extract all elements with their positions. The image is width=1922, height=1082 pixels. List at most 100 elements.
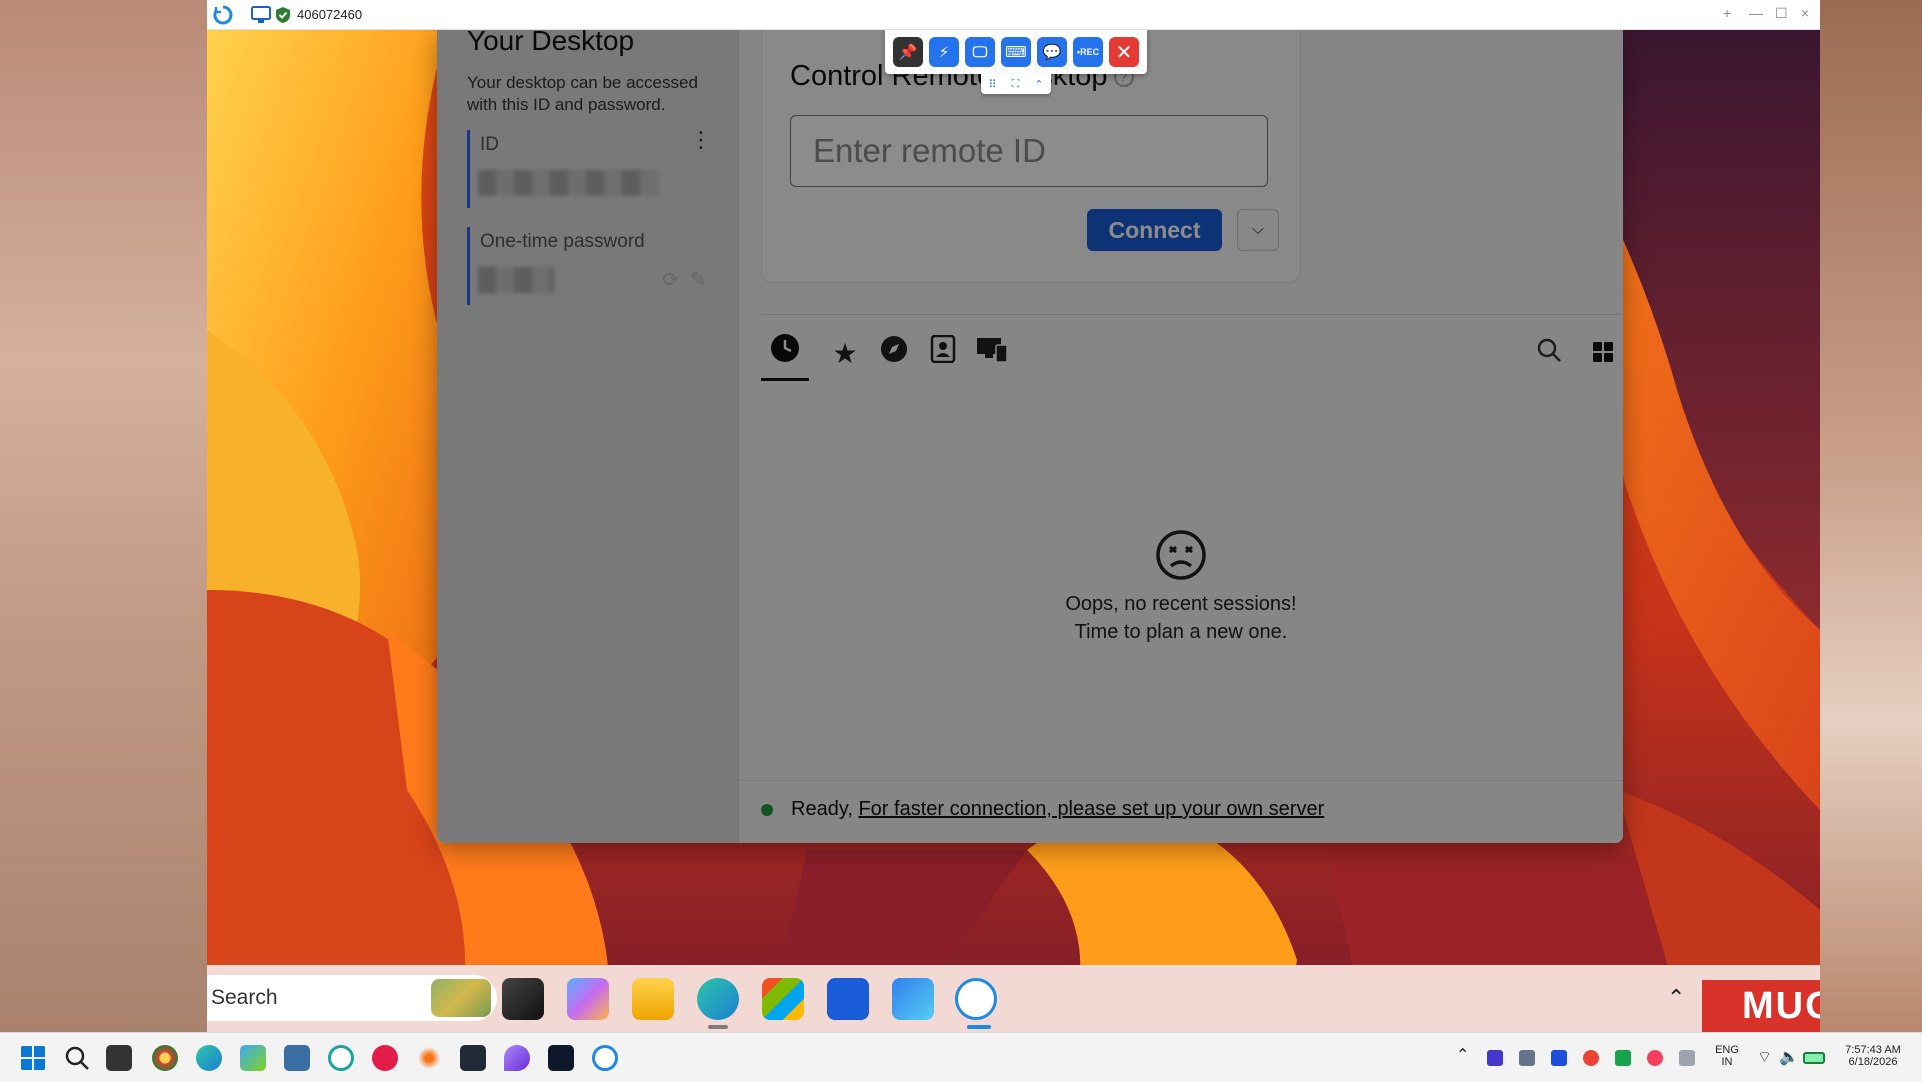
your-desktop-description: Your desktop can be accessed with this I…: [467, 73, 698, 114]
tab-accessible-devices[interactable]: [968, 332, 1016, 380]
host-rustdesk-icon[interactable]: [592, 1045, 618, 1071]
tabs-divider: [761, 314, 1621, 315]
status-indicator-dot: [761, 804, 773, 816]
host-task-view-icon[interactable]: [106, 1045, 132, 1071]
host-search-icon[interactable]: [64, 1045, 90, 1071]
pin-icon: 📌: [898, 44, 918, 61]
wifi-icon[interactable]: ⌔: [1757, 1047, 1772, 1067]
host-hidden-icons-chevron[interactable]: ⌃: [1456, 1045, 1469, 1065]
paint-icon[interactable]: [240, 1045, 266, 1071]
remote-id-input[interactable]: [790, 115, 1268, 187]
app-icon-blue[interactable]: [827, 978, 869, 1020]
actions-button[interactable]: ⚡: [929, 37, 959, 67]
remote-search-box[interactable]: Search: [207, 975, 497, 1021]
tray-red-icon[interactable]: [1647, 1050, 1663, 1066]
session-toolbar: 📌 ⚡ 🖵 ⌨ 💬 •REC ✕: [885, 30, 1147, 74]
purple-app-icon[interactable]: [504, 1045, 530, 1071]
password-actions: ⟳ ✎: [662, 267, 707, 292]
devices-icon: [977, 338, 1008, 363]
refresh-icon[interactable]: ⟳: [662, 269, 679, 291]
tab-discovered[interactable]: [870, 332, 918, 380]
maximize-button[interactable]: ☐: [1775, 5, 1788, 22]
microsoft-store-icon[interactable]: [762, 978, 804, 1020]
language-indicator[interactable]: ENG IN: [1712, 1044, 1742, 1068]
sad-face-icon: [739, 530, 1623, 591]
id-field[interactable]: ID ⋮: [467, 129, 712, 208]
close-window-button[interactable]: ×: [1801, 5, 1809, 21]
your-desktop-title: Your Desktop: [467, 30, 635, 56]
language-line1: ENG: [1715, 1044, 1739, 1056]
language-line2: IN: [1721, 1056, 1733, 1068]
new-tab-button[interactable]: +: [1723, 5, 1731, 21]
address-book-icon: [930, 334, 956, 364]
media-player-icon[interactable]: [372, 1045, 398, 1071]
tray-display-icon[interactable]: [1519, 1050, 1535, 1066]
session-id-title[interactable]: 406072460: [297, 7, 362, 22]
status-bar: Ready, For faster connection, please set…: [791, 798, 1324, 821]
task-view-icon[interactable]: [502, 978, 544, 1020]
tray-shield-icon[interactable]: [1551, 1050, 1567, 1066]
remote-window-titlebar: 406072460 + — ☐ ×: [207, 0, 1820, 30]
minimize-button[interactable]: —: [1749, 5, 1763, 21]
more-options-icon[interactable]: ⋮: [690, 129, 712, 151]
claude-icon[interactable]: [416, 1045, 442, 1071]
edge-running-indicator: [708, 1025, 728, 1029]
monitor-icon: [251, 5, 271, 23]
battery-icon[interactable]: [1803, 1052, 1825, 1064]
terminal-icon[interactable]: [460, 1045, 486, 1071]
toolbar-handle: ⠿ ⛶ ⌃: [981, 74, 1051, 94]
record-button[interactable]: •REC: [1073, 37, 1103, 67]
display-settings-button[interactable]: 🖵: [965, 37, 995, 67]
show-hidden-icons-chevron[interactable]: ⌃: [1667, 985, 1685, 1011]
search-highlight-image: [431, 979, 491, 1017]
grid-view-button[interactable]: [1579, 332, 1623, 380]
remote-app-icon[interactable]: [284, 1045, 310, 1071]
chat-button[interactable]: 💬: [1037, 37, 1067, 67]
dark-app-icon[interactable]: [548, 1045, 574, 1071]
edge-browser-icon[interactable]: [697, 978, 739, 1020]
file-explorer-icon[interactable]: [632, 978, 674, 1020]
tray-chrome-icon[interactable]: [1583, 1050, 1599, 1066]
tab-favorites[interactable]: ★: [821, 332, 869, 380]
remote-taskbar: Search ⌃ MUO: [207, 965, 1820, 1032]
tray-green-icon[interactable]: [1615, 1050, 1631, 1066]
remote-search-label: Search: [211, 986, 278, 1009]
end-session-button[interactable]: ✕: [1109, 37, 1139, 67]
tab-recent-sessions[interactable]: [761, 332, 809, 380]
remote-desktop-screen: Your Desktop Your desktop can be accesse…: [207, 30, 1820, 1032]
collapse-toolbar-icon[interactable]: ⌃: [1034, 78, 1043, 91]
fullscreen-icon[interactable]: ⛶: [1012, 78, 1020, 91]
rustdesk-running-indicator: [967, 1025, 991, 1029]
search-sessions-button[interactable]: [1525, 332, 1573, 380]
tab-active-indicator: [761, 378, 809, 381]
clock-display[interactable]: 7:57:43 AM 6/18/2026: [1838, 1044, 1908, 1068]
host-wallpaper-right: [1820, 0, 1922, 1032]
search-icon: [1537, 338, 1561, 362]
tab-address-book[interactable]: [919, 332, 967, 380]
copilot-icon[interactable]: [567, 978, 609, 1020]
password-value-redacted: [478, 267, 554, 293]
connect-button[interactable]: Connect: [1087, 209, 1222, 251]
compass-icon: [881, 336, 907, 362]
windows-start-icon[interactable]: [20, 1045, 46, 1071]
your-desktop-panel: Your Desktop Your desktop can be accesse…: [437, 30, 739, 843]
connect-options-dropdown[interactable]: ⌵: [1237, 209, 1279, 251]
tray-teams-icon[interactable]: [1487, 1050, 1503, 1066]
host-taskbar: ⌃ ENG IN ⌔ 🔈 7:57:43 AM 6/18/2026: [0, 1032, 1922, 1082]
outlook-icon[interactable]: [892, 978, 934, 1020]
teal-app-icon[interactable]: [328, 1045, 354, 1071]
rustdesk-taskbar-icon[interactable]: [955, 978, 997, 1020]
chrome-icon[interactable]: [152, 1045, 178, 1071]
host-edge-icon[interactable]: [196, 1045, 222, 1071]
tray-pen-icon[interactable]: [1679, 1050, 1695, 1066]
edit-pencil-icon[interactable]: ✎: [690, 269, 707, 291]
rustdesk-main-window: Your Desktop Your desktop can be accesse…: [437, 30, 1623, 843]
pin-toolbar-button[interactable]: 📌: [893, 37, 923, 67]
password-field[interactable]: One-time password ⟳ ✎: [467, 227, 707, 305]
volume-icon[interactable]: 🔈: [1779, 1047, 1799, 1067]
empty-message-line1: Oops, no recent sessions!: [1065, 593, 1297, 615]
drag-handle-icon[interactable]: ⠿: [989, 78, 997, 91]
setup-server-link[interactable]: For faster connection, please set up you…: [858, 798, 1324, 820]
remote-session-window: 406072460 + — ☐ × Your Desktop Your desk…: [207, 0, 1820, 1032]
keyboard-button[interactable]: ⌨: [1001, 37, 1031, 67]
